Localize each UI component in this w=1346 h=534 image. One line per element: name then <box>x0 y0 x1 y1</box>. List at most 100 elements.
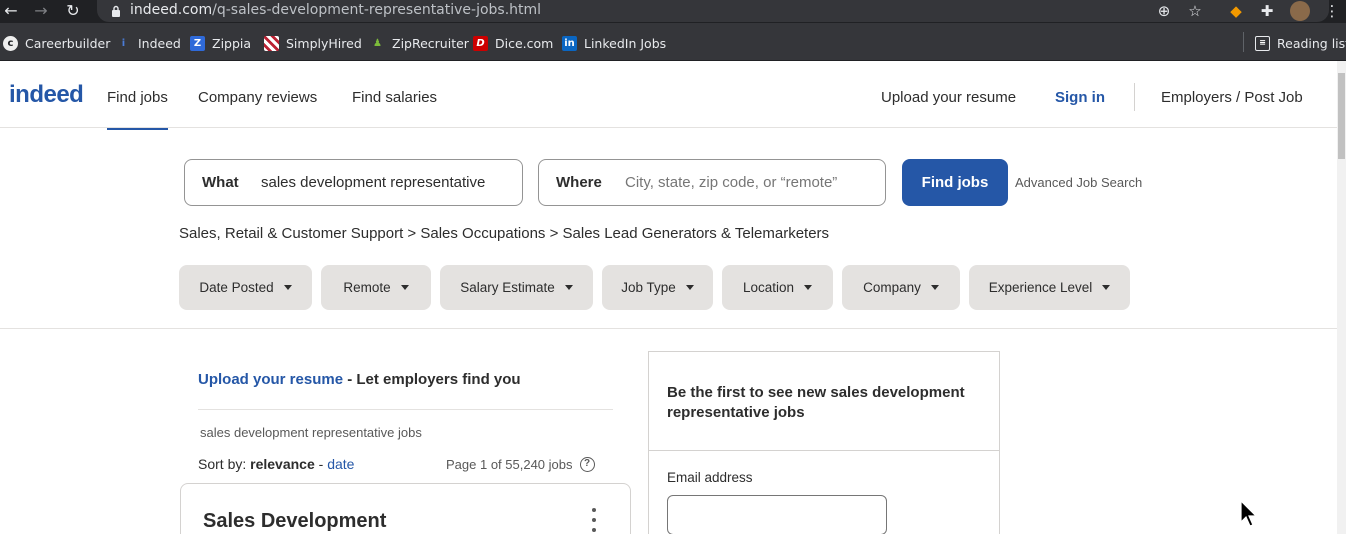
upload-resume-promo-text: - Let employers find you <box>343 371 521 388</box>
sort-separator: - <box>314 456 328 472</box>
upload-resume-promo-link[interactable]: Upload your resume <box>198 371 343 388</box>
linkedin-icon: in <box>562 35 577 51</box>
job-options-kebab-icon[interactable] <box>589 508 599 532</box>
reading-list-button[interactable]: ≡ Reading list <box>1255 34 1346 52</box>
sort-prefix: Sort by: <box>198 456 251 472</box>
advanced-job-search-link[interactable]: Advanced Job Search <box>1015 175 1142 190</box>
job-card[interactable]: Sales Development <box>180 483 631 534</box>
filter-location[interactable]: Location <box>722 265 833 310</box>
filter-company[interactable]: Company <box>842 265 960 310</box>
sort-relevance: relevance <box>250 456 315 472</box>
filter-label: Remote <box>343 280 391 295</box>
bookmarks-divider <box>1243 32 1244 52</box>
ziprecruiter-icon: ♟ <box>373 37 382 49</box>
bookmark-careerbuilder[interactable]: c Careerbuilder <box>3 34 110 52</box>
bookmark-label: Indeed <box>138 35 181 51</box>
caret-down-icon <box>400 285 409 290</box>
upload-resume-promo: Upload your resume - Let employers find … <box>198 371 521 388</box>
indeed-icon: i <box>121 37 126 49</box>
what-search-field[interactable]: What sales development representative <box>184 159 523 206</box>
sort-date-link[interactable]: date <box>327 456 354 472</box>
filter-label: Experience Level <box>988 280 1093 295</box>
bookmark-label: ZipRecruiter <box>392 35 469 51</box>
dice-icon: D <box>473 35 488 51</box>
email-label: Email address <box>667 470 753 485</box>
sort-by: Sort by: relevance - date <box>198 456 354 472</box>
bookmark-linkedin[interactable]: in LinkedIn Jobs <box>562 34 666 52</box>
where-label: Where <box>556 174 602 191</box>
indeed-logo[interactable]: indeed <box>9 81 84 109</box>
upload-resume-link[interactable]: Upload your resume <box>881 89 1016 106</box>
zippia-icon: Z <box>190 35 205 51</box>
lock-icon <box>112 5 120 17</box>
employers-post-job-link[interactable]: Employers / Post Job <box>1161 89 1303 106</box>
header-divider <box>1134 83 1135 111</box>
filter-salary-estimate[interactable]: Salary Estimate <box>440 265 593 310</box>
bookmark-ziprecruiter[interactable]: ♟ ZipRecruiter <box>370 34 469 52</box>
where-search-field[interactable]: Where City, state, zip code, or “remote” <box>538 159 886 206</box>
bookmark-simplyhired[interactable]: SimplyHired <box>264 34 362 52</box>
results-divider <box>198 409 613 410</box>
browser-toolbar: ← → ↻ indeed.com/q-sales-development-rep… <box>0 0 1346 23</box>
sign-in-link[interactable]: Sign in <box>1055 89 1105 106</box>
url-text: indeed.com/q-sales-development-represent… <box>130 2 542 18</box>
caret-down-icon <box>685 285 694 290</box>
help-question-icon[interactable]: ? <box>579 457 595 472</box>
bookmark-label: LinkedIn Jobs <box>584 35 667 51</box>
filter-label: Salary Estimate <box>460 280 555 295</box>
star-icon[interactable]: ☆ <box>1185 1 1205 21</box>
filter-label: Company <box>863 280 921 295</box>
category-breadcrumb[interactable]: Sales, Retail & Customer Support > Sales… <box>179 225 829 242</box>
extension-diamond-icon[interactable]: ◆ <box>1226 1 1246 21</box>
filter-date-posted[interactable]: Date Posted <box>179 265 312 310</box>
caret-down-icon <box>930 285 939 290</box>
extensions-puzzle-icon[interactable]: ✚ <box>1257 1 1277 21</box>
bookmark-dice[interactable]: D Dice.com <box>473 34 553 52</box>
mouse-cursor-icon <box>1240 500 1258 527</box>
caret-down-icon <box>1102 285 1111 290</box>
find-jobs-button[interactable]: Find jobs <box>902 159 1008 206</box>
bookmark-zippia[interactable]: Z Zippia <box>190 34 251 52</box>
page-info: Page 1 of 55,240 jobs ? <box>446 457 595 472</box>
what-label: What <box>202 174 239 191</box>
back-icon[interactable]: ← <box>0 0 22 23</box>
nav-company-reviews[interactable]: Company reviews <box>198 89 317 106</box>
page-info-text: Page 1 of 55,240 jobs <box>446 457 573 472</box>
menu-kebab-icon[interactable]: ⋮ <box>1322 1 1342 21</box>
email-address-input[interactable] <box>667 495 887 534</box>
nav-find-jobs[interactable]: Find jobs <box>107 89 168 130</box>
where-input-placeholder[interactable]: City, state, zip code, or “remote” <box>625 174 837 191</box>
filter-label: Date Posted <box>199 280 274 295</box>
scrollbar-thumb[interactable] <box>1338 73 1345 159</box>
bookmark-label: Careerbuilder <box>25 35 111 51</box>
filter-experience-level[interactable]: Experience Level <box>969 265 1130 310</box>
reading-list-label: Reading list <box>1277 35 1346 51</box>
query-caption: sales development representative jobs <box>200 425 422 440</box>
bookmark-label: Zippia <box>212 35 252 51</box>
careerbuilder-icon: c <box>3 35 18 51</box>
section-divider <box>0 328 1337 329</box>
job-alert-divider <box>649 450 999 451</box>
filter-remote[interactable]: Remote <box>321 265 431 310</box>
profile-avatar[interactable] <box>1290 1 1310 21</box>
bookmark-label: Dice.com <box>495 35 554 51</box>
nav-find-salaries[interactable]: Find salaries <box>352 89 437 106</box>
what-input-value[interactable]: sales development representative <box>261 174 485 191</box>
address-bar[interactable]: indeed.com/q-sales-development-represent… <box>97 0 1329 22</box>
caret-down-icon <box>283 285 292 290</box>
filter-job-type[interactable]: Job Type <box>602 265 713 310</box>
page-scrollbar[interactable] <box>1337 61 1346 534</box>
bookmarks-bar: c Careerbuilder i Indeed Z Zippia SimplyHir… <box>0 23 1346 61</box>
zoom-icon[interactable]: ⊕ <box>1154 1 1174 21</box>
caret-down-icon <box>564 285 573 290</box>
job-alert-title: Be the first to see new sales developmen… <box>667 384 965 421</box>
caret-down-icon <box>804 285 813 290</box>
bookmark-label: SimplyHired <box>286 35 362 51</box>
forward-icon[interactable]: → <box>30 0 52 23</box>
reload-icon[interactable]: ↻ <box>62 0 84 23</box>
site-header: indeed Find jobs Company reviews Find sa… <box>0 61 1337 130</box>
bookmark-indeed[interactable]: i Indeed <box>116 34 181 52</box>
job-title[interactable]: Sales Development <box>203 510 386 533</box>
job-alert-panel: Be the first to see new sales developmen… <box>648 351 1000 534</box>
reading-list-icon: ≡ <box>1255 35 1270 51</box>
